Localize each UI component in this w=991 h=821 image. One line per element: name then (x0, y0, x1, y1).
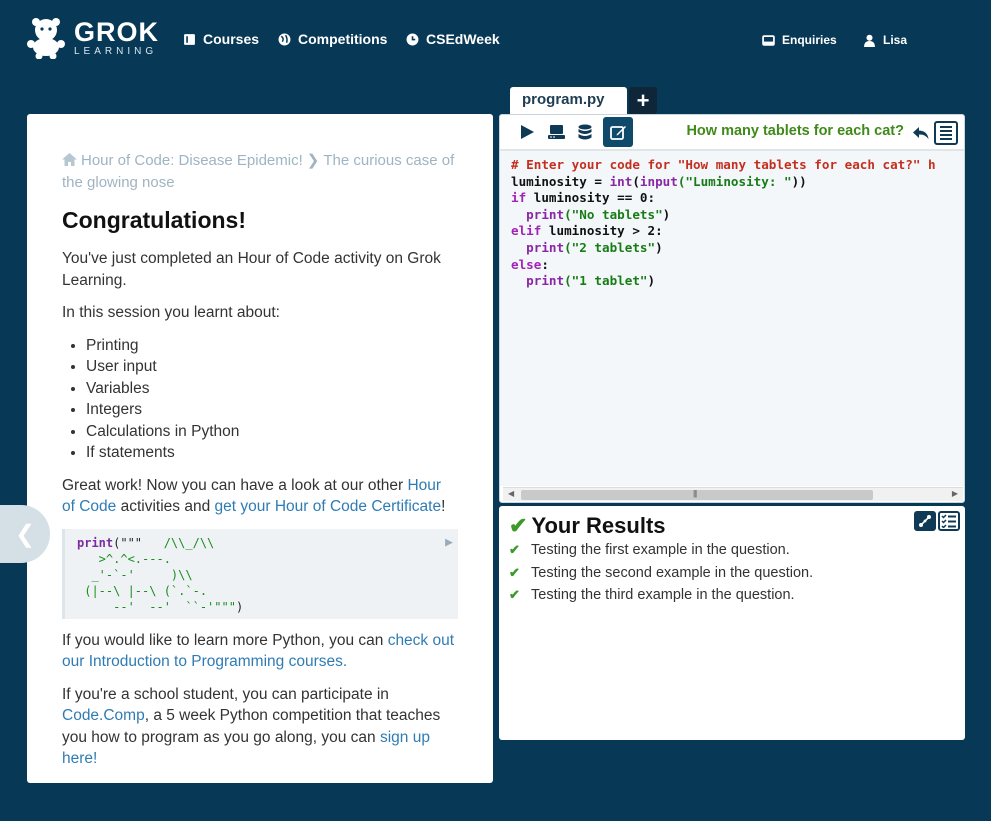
result-text: Testing the second example in the questi… (531, 564, 814, 581)
scrollbar-thumb[interactable] (521, 490, 873, 500)
code-editor: How many tablets for each cat? # Enter y… (499, 114, 965, 503)
result-row: ✔ Testing the third example in the questi… (509, 584, 955, 607)
code-print-keyword: print (77, 535, 114, 550)
result-text: Testing the first example in the questio… (531, 542, 790, 558)
scroll-right-icon[interactable]: ▶ (952, 489, 958, 498)
database-icon (578, 124, 592, 139)
breadcrumb-course[interactable]: Hour of Code: Disease Epidemic! (81, 152, 303, 169)
checklist-icon (941, 514, 956, 528)
menu-icon[interactable] (934, 121, 958, 145)
nav-courses[interactable]: Courses (183, 31, 259, 47)
great-work-mid: activities and (116, 498, 215, 515)
chevron-right-icon: ❯ (306, 152, 320, 169)
tab-program-py[interactable]: program.py (510, 87, 627, 114)
nav-courses-label: Courses (203, 31, 260, 47)
code-example: print(""" /\\_/\\ >^.^<.---. _'-`-' )\\ … (62, 528, 458, 619)
undo-icon[interactable] (912, 124, 930, 142)
run-example-icon[interactable]: ▶ (445, 535, 453, 551)
list-item: Printing (86, 335, 458, 357)
code-area[interactable]: # Enter your code for "How many tablets … (500, 151, 964, 486)
logo-wordmark: GROK (74, 17, 159, 47)
nav-csedweek-label: CSEdWeek (426, 31, 500, 47)
code-line-6: print("2 tablets") (526, 239, 663, 255)
edit-button[interactable] (603, 117, 633, 147)
question-title: How many tablets for each cat? (686, 123, 904, 139)
globe-icon (278, 33, 291, 45)
nav-competitions-label: Competitions (298, 31, 388, 47)
lesson-panel: Hour of Code: Disease Epidemic! ❯ The curi… (27, 114, 493, 783)
run-button[interactable] (512, 117, 542, 147)
edit-icon (609, 125, 626, 140)
book-icon (184, 33, 195, 45)
topic-list: Printing User input Variables Integers C… (86, 335, 458, 464)
code-line-8: print("1 tablet") (526, 273, 656, 289)
terminal-button[interactable] (541, 117, 571, 147)
check-icon: ✔ (509, 564, 520, 580)
list-item: If statements (86, 442, 458, 464)
diff-icon (919, 515, 931, 527)
logo-subtitle: LEARNING (74, 46, 158, 57)
chevron-left-icon: ❮ (14, 520, 36, 548)
code-line-4: print("No tablets") (526, 206, 671, 222)
grok-logo[interactable]: GROK LEARNING (26, 17, 159, 60)
student-text: If you're a school student, you can part… (62, 684, 458, 770)
code-line-2: luminosity = int(input("Luminosity: ")) (511, 173, 807, 189)
breadcrumb: Hour of Code: Disease Epidemic! ❯ The curi… (62, 150, 458, 194)
great-work-post: ! (441, 498, 446, 515)
code-close: ) (235, 599, 244, 614)
results-list-button[interactable] (938, 511, 960, 531)
play-icon (521, 125, 534, 139)
nav-enquiries[interactable]: Enquiries (762, 33, 837, 47)
user-icon (864, 34, 875, 47)
certificate-link[interactable]: get your Hour of Code Certificate (215, 498, 442, 515)
nav-enquiries-label: Enquiries (782, 33, 837, 47)
check-icon: ✔ (509, 587, 520, 602)
intro-text: You've just completed an Hour of Code ac… (62, 250, 441, 289)
grip-icon: ||| (693, 489, 697, 498)
scroll-left-icon[interactable]: ◀ (508, 489, 514, 498)
results-panel: ✔ Your Results ✔ Testing the first example… (499, 506, 965, 740)
nav-user-label: Lisa (883, 33, 908, 47)
code-comment: # Enter your code for "How many tablets … (511, 157, 936, 172)
check-icon: ✔ (509, 542, 520, 557)
student-pre: If you're a school student, you can part… (62, 685, 389, 703)
database-button[interactable] (570, 117, 600, 147)
editor-toolbar: How many tablets for each cat? (500, 115, 964, 151)
codecomp-link[interactable]: Code.Comp (62, 707, 145, 724)
nav-competitions[interactable]: Competitions (278, 31, 387, 47)
code-line-7: else: (511, 256, 549, 272)
grok-mascot-icon (26, 17, 66, 60)
great-work-pre: Great work! Now you can have a look at o… (62, 476, 408, 494)
page-title: Congratulations! (62, 207, 246, 233)
code-open: (""" (113, 535, 143, 550)
results-diff-button[interactable] (914, 511, 936, 531)
learn-more-pre: If you would like to learn more Python, … (62, 631, 388, 649)
add-file-button[interactable]: + (629, 87, 657, 114)
list-item: Variables (86, 378, 458, 400)
list-item: Integers (86, 399, 458, 421)
learn-more-text: If you would like to learn more Python, … (62, 630, 458, 673)
check-icon: ✔ (509, 513, 528, 538)
code-line-3: if luminosity == 0: (511, 190, 656, 206)
list-item: User input (86, 356, 458, 378)
results-title: Your Results (531, 513, 666, 538)
nav-csedweek[interactable]: CSEdWeek (406, 31, 500, 47)
terminal-icon (547, 125, 565, 139)
clock-icon (406, 33, 419, 45)
result-row: ✔ Testing the first example in the questi… (509, 539, 955, 562)
great-work-text: Great work! Now you can have a look at o… (62, 475, 458, 518)
result-row: ✔ Testing the second example in the quest… (509, 562, 955, 585)
session-intro: In this session you learnt about: (62, 304, 280, 321)
list-item: Calculations in Python (86, 421, 458, 443)
results-heading: ✔ Your Results (509, 513, 955, 539)
home-icon[interactable] (62, 153, 77, 166)
horizontal-scrollbar[interactable]: ◀ ||| ▶ (503, 487, 963, 501)
result-text: Testing the third example in the questio… (531, 587, 795, 603)
nav-user[interactable]: Lisa (863, 33, 907, 47)
inbox-icon (762, 34, 775, 46)
code-line-5: elif luminosity > 2: (511, 223, 663, 239)
